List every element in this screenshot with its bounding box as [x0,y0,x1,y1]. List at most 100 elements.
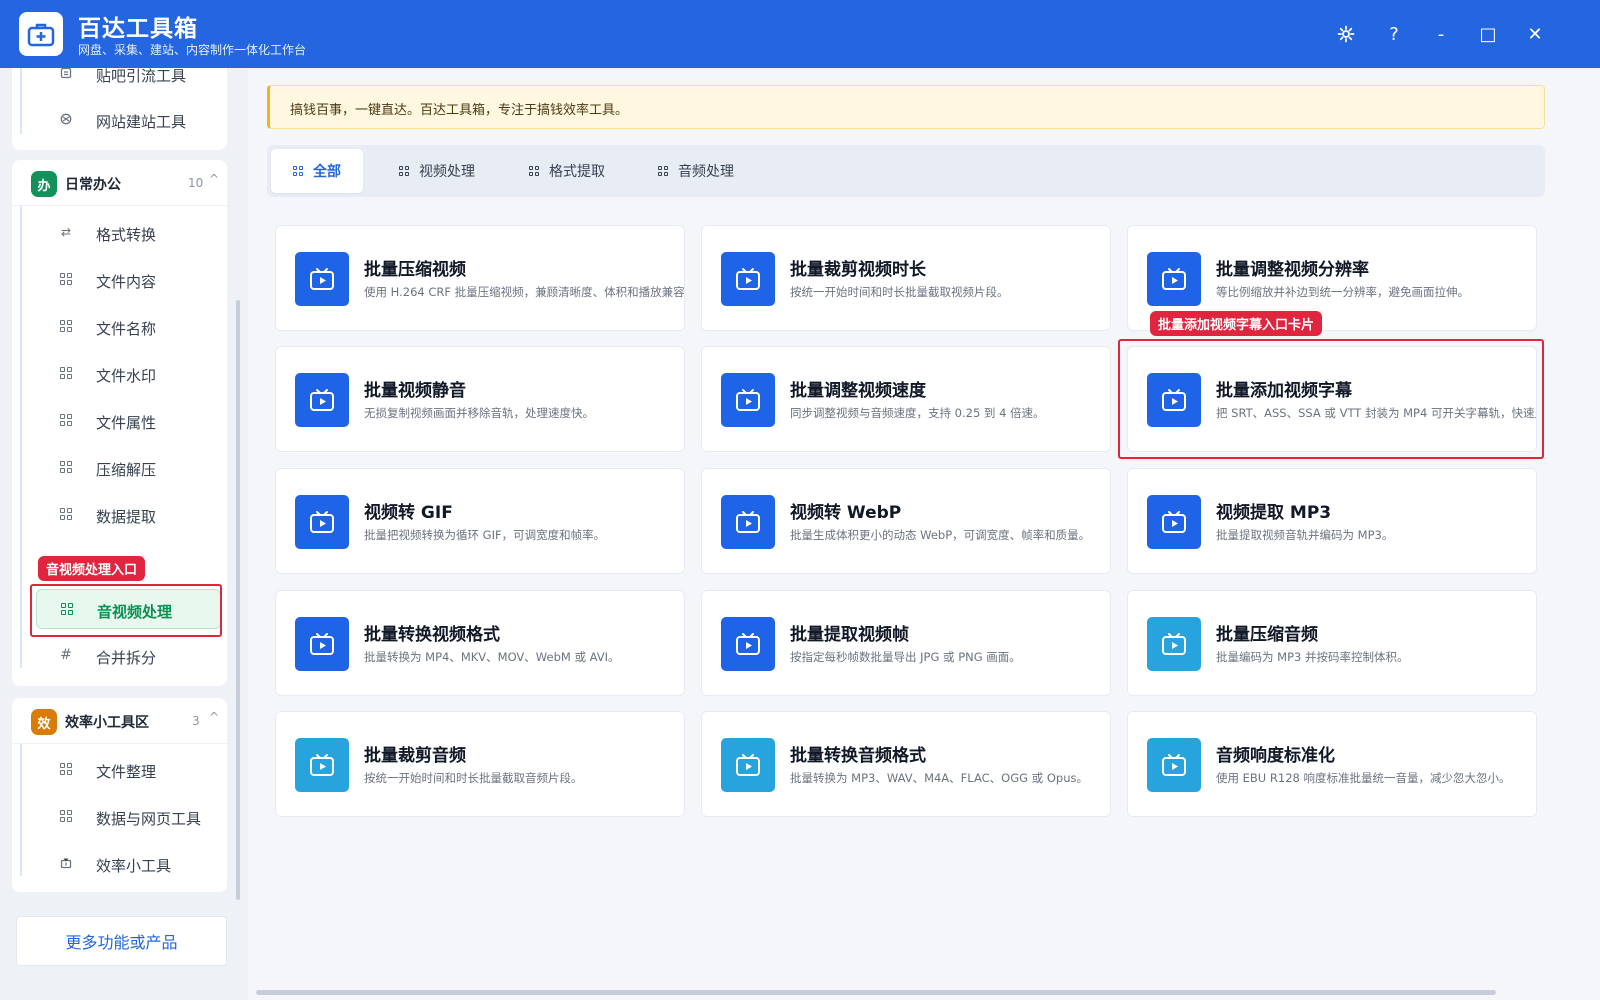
sidebar-item-file-content[interactable]: 文件内容 [36,260,221,300]
video-play-icon [721,738,775,792]
sidebar-group-previous: 贴吧引流工具 网站建站工具 [12,67,227,150]
grid-icon [529,166,539,176]
main-content: 搞钱百事，一键直达。百达工具箱，专注于搞钱效率工具。 全部 视频处理 格式提取 … [248,68,1600,1000]
group-badge: 办 [31,171,57,197]
card-description: 同步调整视频与音频速度，支持 0.25 到 4 倍速。 [790,406,1045,420]
sidebar-item-label: 数据提取 [96,508,157,526]
card-description: 批量编码为 MP3 并按码率控制体积。 [1216,650,1409,664]
card-title: 批量调整视频速度 [790,381,926,401]
card-title: 视频转 GIF [364,503,453,523]
tab-all[interactable]: 全部 [271,149,363,193]
tool-card[interactable]: 音频响度标准化 使用 EBU R128 响度标准批量统一音量，减少忽大忽小。 [1127,711,1537,817]
sidebar-item-format-convert[interactable]: ⇄ 格式转换 [36,213,221,253]
close-button[interactable]: ✕ [1521,20,1549,48]
card-title: 批量提取视频帧 [790,625,909,645]
card-description: 使用 EBU R128 响度标准批量统一音量，减少忽大忽小。 [1216,771,1511,785]
sidebar-item-label: 贴吧引流工具 [96,67,187,85]
group-badge: 效 [31,709,57,735]
help-button[interactable]: ? [1380,20,1408,48]
grid-icon [293,166,303,176]
grid-icon [58,506,74,522]
tab-format-extract[interactable]: 格式提取 [507,149,627,193]
card-title: 批量视频静音 [364,381,466,401]
card-description: 无损复制视频画面并移除音轨，处理速度快。 [364,406,594,420]
group-header-efficiency[interactable]: 效 效率小工具区 3 ^ [12,698,227,744]
sidebar-item-data-extract[interactable]: 数据提取 [36,495,221,535]
video-play-icon [721,373,775,427]
sidebar-item-merge-split[interactable]: # 合并拆分 [36,636,221,676]
sidebar-item-file-name[interactable]: 文件名称 [36,307,221,347]
tool-card[interactable]: 视频提取 MP3 批量提取视频音轨并编码为 MP3。 [1127,468,1537,574]
grid-icon [58,761,74,777]
video-play-icon [1147,495,1201,549]
sidebar-item-label: 文件名称 [96,320,157,338]
sidebar-item-label: 文件内容 [96,273,157,291]
grid-icon [59,601,75,617]
tab-video[interactable]: 视频处理 [377,149,497,193]
sidebar-item-label: 数据与网页工具 [96,810,202,828]
sidebar-item-file-properties[interactable]: 文件属性 [36,401,221,441]
video-play-icon [721,495,775,549]
tool-card[interactable]: 批量压缩视频 使用 H.264 CRF 批量压缩视频，兼顾清晰度、体积和播放兼容性… [275,225,685,331]
sidebar-item-audio-video[interactable]: 音视频处理 [36,589,221,629]
tab-audio[interactable]: 音频处理 [636,149,756,193]
doc-icon [58,65,74,81]
group-count: 10 [188,176,204,190]
annotation-label-subtitle-card: 批量添加视频字幕入口卡片 [1150,311,1323,336]
maximize-button[interactable]: □ [1474,20,1502,48]
tool-card[interactable]: 视频转 WebP 批量生成体积更小的动态 WebP，可调宽度、帧率和质量。 [701,468,1111,574]
video-play-icon [295,617,349,671]
video-play-icon [295,738,349,792]
tool-card[interactable]: 批量提取视频帧 按指定每秒帧数批量导出 JPG 或 PNG 画面。 [701,590,1111,696]
card-title: 批量添加视频字幕 [1216,381,1352,401]
grid-icon [58,271,74,287]
card-title: 批量裁剪音频 [364,746,466,766]
chevron-up-icon[interactable]: ^ [209,172,219,186]
card-description: 批量转换为 MP3、WAV、M4A、FLAC、OGG 或 Opus。 [790,771,1088,785]
minimize-button[interactable]: - [1427,20,1455,48]
sidebar-item-tieba[interactable]: 贴吧引流工具 [36,54,221,94]
card-title: 批量转换音频格式 [790,746,926,766]
card-description: 批量生成体积更小的动态 WebP，可调宽度、帧率和质量。 [790,528,1091,542]
grid-icon [58,318,74,334]
tool-card[interactable]: 批量裁剪音频按统一开始时间和时长批量截取音频片段。 [275,711,685,817]
tool-card[interactable]: 视频转 GIF 批量把视频转换为循环 GIF，可调宽度和帧率。 [275,468,685,574]
sidebar-item-label: 效率小工具 [96,857,172,875]
sidebar-item-label: 合并拆分 [96,649,157,667]
sidebar-item-label: 音视频处理 [97,603,173,621]
sidebar-item-file-watermark[interactable]: 文件水印 [36,354,221,394]
group-count: 3 [192,714,200,728]
sidebar-item-label: 压缩解压 [96,461,157,479]
tool-card[interactable]: 批量视频静音无损复制视频画面并移除音轨，处理速度快。 [275,346,685,452]
horizontal-scrollbar[interactable] [256,990,1496,995]
sidebar-item-compress[interactable]: 压缩解压 [36,448,221,488]
tool-card[interactable]: 批量调整视频速度同步调整视频与音频速度，支持 0.25 到 4 倍速。 [701,346,1111,452]
tool-card[interactable]: 批量转换视频格式 批量转换为 MP4、MKV、MOV、WebM 或 AVI。 [275,590,685,696]
tab-label: 格式提取 [549,164,605,180]
grid-icon [58,412,74,428]
sidebar-scroll-thumb[interactable] [236,300,240,900]
sidebar-item-website[interactable]: 网站建站工具 [36,100,221,140]
video-play-icon [721,617,775,671]
card-title: 视频转 WebP [790,503,902,523]
card-description: 按统一开始时间和时长批量截取视频片段。 [790,285,1009,299]
tool-card[interactable]: 批量转换音频格式批量转换为 MP3、WAV、M4A、FLAC、OGG 或 Opu… [701,711,1111,817]
tool-card[interactable]: 批量添加视频字幕把 SRT、ASS、SSA 或 VTT 封装为 MP4 可开关字… [1127,346,1537,452]
more-products-button[interactable]: 更多功能或产品 [16,916,227,966]
video-play-icon [295,373,349,427]
tool-card[interactable]: 批量裁剪视频时长按统一开始时间和时长批量截取视频片段。 [701,225,1111,331]
video-play-icon [1147,617,1201,671]
group-header-office[interactable]: 办 日常办公 10 ^ [12,160,227,206]
sidebar-item-label: 网站建站工具 [96,113,187,131]
globe-icon [58,111,74,127]
card-description: 批量提取视频音轨并编码为 MP3。 [1216,528,1394,542]
card-description: 按统一开始时间和时长批量截取音频片段。 [364,771,583,785]
chevron-up-icon[interactable]: ^ [209,710,219,724]
sidebar-item-efficiency-tools[interactable]: 效率小工具 [36,844,221,884]
sidebar-item-data-web[interactable]: 数据与网页工具 [36,797,221,837]
sidebar-item-label: 格式转换 [96,226,157,244]
sidebar-item-file-organize[interactable]: 文件整理 [36,750,221,790]
card-title: 批量裁剪视频时长 [790,260,926,280]
tool-card[interactable]: 批量压缩音频 批量编码为 MP3 并按码率控制体积。 [1127,590,1537,696]
gear-icon[interactable] [1332,20,1360,48]
